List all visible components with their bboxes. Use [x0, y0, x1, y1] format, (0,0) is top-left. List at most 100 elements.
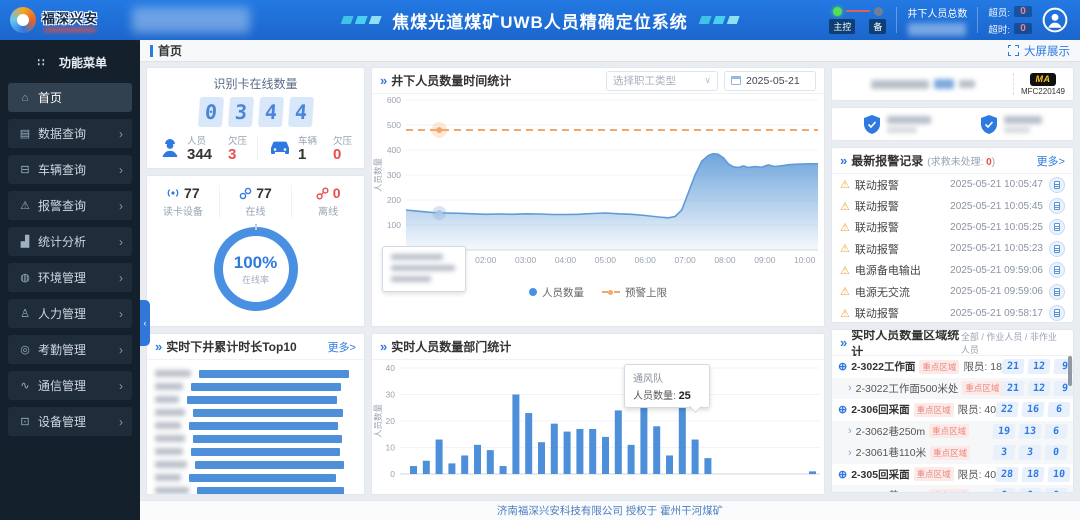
top10-label-redacted — [155, 474, 181, 481]
sidebar-item-communication[interactable]: ∿通信管理› — [8, 371, 132, 400]
region-row[interactable]: ›2-3051巷700m重点区域000 — [832, 485, 1073, 492]
alarm-detail-button[interactable] — [1049, 177, 1065, 193]
backup-label: 备 — [869, 19, 886, 34]
key-area-badge: 重点区域 — [914, 467, 954, 481]
alarm-time: 2025-05-21 09:59:06 — [950, 265, 1043, 276]
top10-bar — [197, 487, 344, 495]
top10-more-link[interactable]: 更多> — [328, 339, 356, 355]
region-count-chip: 6 — [1044, 424, 1067, 439]
person-count: 344 — [187, 147, 212, 164]
certificate-card: MA MFC220149 — [831, 67, 1074, 101]
legend-personnel[interactable]: 人员数量 — [529, 285, 584, 300]
location-pin-icon: ◎ — [17, 343, 33, 356]
region-filter-links[interactable]: 全部 / 作业人员 / 非作业人员 — [961, 330, 1065, 356]
alarm-detail-button[interactable] — [1049, 284, 1065, 300]
ma-certification-logo: MA — [1030, 73, 1056, 86]
sidebar-item-statistics[interactable]: ▟统计分析› — [8, 227, 132, 256]
person-icon: ♙ — [17, 307, 33, 320]
top10-bar-row — [155, 367, 354, 380]
top10-bar — [191, 383, 341, 391]
expand-icon[interactable]: ⊕ — [838, 403, 847, 416]
idcard-online-panel: 识别卡在线数量 0 3 4 4 — [146, 67, 365, 169]
region-count-chip: 3 — [992, 445, 1015, 460]
svg-text:09:00: 09:00 — [754, 255, 776, 265]
top10-label-redacted — [155, 461, 187, 468]
chevron-right-icon: › — [848, 382, 852, 394]
status-link-line — [846, 10, 870, 12]
alarms-more-link[interactable]: 更多> — [1037, 153, 1065, 169]
region-row[interactable]: ⊕2-306回采面重点区域限员: 4022166 — [832, 399, 1073, 421]
panel-marker-icon: » — [840, 153, 847, 168]
alarm-name: 联动报警 — [855, 241, 899, 257]
svg-text:10:00: 10:00 — [794, 255, 816, 265]
alarm-name: 联动报警 — [855, 177, 899, 193]
header-redacted-block — [132, 7, 250, 33]
chevron-right-icon: › — [119, 271, 123, 285]
key-area-badge: 重点区域 — [930, 446, 970, 460]
region-count-chip: 6 — [1047, 402, 1070, 417]
car-icon — [268, 139, 292, 157]
sidebar-item-home[interactable]: ⌂首页 — [8, 83, 132, 112]
sidebar-item-devices[interactable]: ⊡设备管理› — [8, 407, 132, 436]
region-count-chip: 16 — [1021, 402, 1044, 417]
expand-icon[interactable]: ⊕ — [838, 360, 847, 373]
alarm-detail-button[interactable] — [1049, 241, 1065, 257]
tab-home[interactable]: 首页 — [150, 42, 182, 59]
svg-text:30: 30 — [386, 390, 396, 400]
warning-triangle-icon: ⚠ — [840, 221, 850, 234]
user-avatar-icon[interactable] — [1042, 7, 1068, 33]
panel-marker-icon: » — [380, 339, 387, 354]
person-lowvolt-count: 3 — [228, 147, 247, 164]
fullscreen-icon — [1008, 45, 1019, 56]
legend-dot-icon — [529, 288, 537, 296]
chart-tooltip-redacted — [382, 246, 466, 292]
alarm-row: ⚠联动报警2025-05-21 09:58:17 — [832, 302, 1073, 323]
alarm-row: ⚠联动报警2025-05-21 10:05:45 — [832, 195, 1073, 216]
region-row[interactable]: ›2-3062巷250m重点区域19136 — [832, 421, 1073, 443]
warning-triangle-icon: ⚠ — [840, 264, 850, 277]
alarm-detail-button[interactable] — [1049, 305, 1065, 321]
alarm-detail-button[interactable] — [1049, 219, 1065, 235]
region-row[interactable]: ›2-3061巷110米重点区域330 — [832, 442, 1073, 464]
svg-text:40: 40 — [386, 363, 396, 373]
region-row[interactable]: ⊕2-305回采面重点区域限员: 40281810 — [832, 464, 1073, 486]
sidebar-collapse-handle[interactable]: ‹ — [140, 300, 150, 346]
data-query-icon: ▤ — [17, 127, 33, 140]
top10-bar-row — [155, 458, 354, 471]
chevron-right-icon: › — [119, 199, 123, 213]
environment-icon: ◍ — [17, 271, 33, 284]
sidebar-item-attendance[interactable]: ◎考勤管理› — [8, 335, 132, 364]
header-divider — [977, 7, 978, 33]
scrollbar-thumb[interactable] — [1068, 356, 1072, 386]
legend-warn-limit[interactable]: 预警上限 — [602, 285, 667, 300]
antenna-icon — [166, 186, 180, 200]
region-count-chip: 0 — [992, 488, 1015, 492]
region-count-chip: 21 — [1002, 381, 1025, 396]
fullscreen-button[interactable]: 大屏展示 — [1008, 43, 1070, 59]
region-count-chip: 3 — [1018, 445, 1041, 460]
alarm-detail-button[interactable] — [1049, 262, 1065, 278]
sidebar-item-alarm-query[interactable]: ⚠报警查询› — [8, 191, 132, 220]
top10-label-redacted — [155, 487, 189, 494]
sidebar-item-vehicle-query[interactable]: ⊟车辆查询› — [8, 155, 132, 184]
app-logo: 福深兴安 — [10, 7, 98, 33]
alarm-detail-button[interactable] — [1049, 198, 1065, 214]
document-icon — [1054, 223, 1060, 231]
sidebar-item-data-query[interactable]: ▤数据查询› — [8, 119, 132, 148]
warning-triangle-icon: ⚠ — [840, 285, 850, 298]
latest-alarms-panel: » 最新报警记录 (求救未处理: 0) 更多> ⚠联动报警2025-05-21 … — [831, 147, 1074, 323]
top10-bar — [193, 409, 343, 417]
underground-total-label: 井下人员总数 — [907, 5, 967, 20]
expand-icon[interactable]: ⊕ — [838, 468, 847, 481]
worker-type-select[interactable]: 选择职工类型 ∨ — [606, 71, 718, 91]
sidebar-item-environment[interactable]: ◍环境管理› — [8, 263, 132, 292]
title-decor-right — [700, 16, 738, 24]
alarm-time: 2025-05-21 10:05:23 — [950, 243, 1043, 254]
date-picker[interactable]: 2025-05-21 — [724, 71, 816, 91]
region-row[interactable]: ⊕2-3022工作面重点区域限员: 1821129 — [832, 356, 1073, 378]
alarm-time: 2025-05-21 09:58:17 — [950, 308, 1043, 319]
warning-triangle-icon: ⚠ — [840, 178, 850, 191]
region-row[interactable]: ›2-3022工作面500米处重点区域21129 — [832, 378, 1073, 400]
sidebar-item-hr[interactable]: ♙人力管理› — [8, 299, 132, 328]
svg-text:02:00: 02:00 — [475, 255, 497, 265]
